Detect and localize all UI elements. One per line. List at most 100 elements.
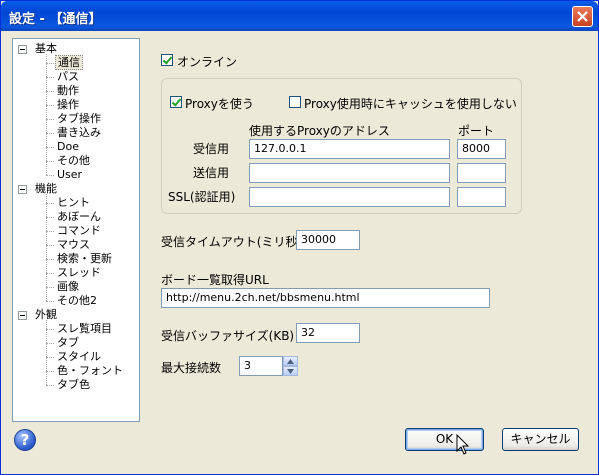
- tree-item-label: タブ操作: [57, 112, 101, 125]
- tree-connector: [46, 119, 54, 120]
- tree-item[interactable]: 操作: [55, 98, 81, 112]
- receive-proxy-address[interactable]: 127.0.0.1: [249, 139, 450, 159]
- tree-connector: [46, 320, 47, 385]
- collapse-toggle-icon[interactable]: [18, 311, 27, 320]
- title-bar[interactable]: 設定 - 【通信】: [1, 1, 598, 31]
- receive-proxy-port[interactable]: 8000: [457, 139, 506, 159]
- max-connections-input[interactable]: 3: [239, 356, 283, 376]
- tree-connector: [46, 231, 54, 232]
- buffer-input[interactable]: 32: [296, 323, 360, 343]
- settings-dialog: 設定 - 【通信】 基本 通信 パス 動作 操作 タブ操作 書き込み Doe その他 User 機能…: [0, 0, 599, 475]
- tree-connector: [46, 343, 54, 344]
- tree-item-label: スレッド: [57, 266, 101, 279]
- cancel-button[interactable]: キャンセル: [502, 428, 579, 451]
- tree-connector: [46, 203, 54, 204]
- tree-item[interactable]: マウス: [55, 238, 92, 252]
- ssl-proxy-address[interactable]: [249, 187, 450, 207]
- tree-item[interactable]: スレ覧項目: [55, 322, 114, 336]
- tree-item[interactable]: 画像: [55, 280, 81, 294]
- tree-connector: [46, 161, 54, 162]
- tree-item[interactable]: User: [55, 168, 84, 182]
- send-proxy-port[interactable]: [457, 163, 506, 183]
- tree-connector: [46, 63, 54, 64]
- tree-item-label: タブ色: [57, 378, 90, 391]
- proxy-address-header: 使用するProxyのアドレス: [249, 124, 390, 138]
- tree-item[interactable]: タブ操作: [55, 112, 103, 126]
- use-proxy-checkbox[interactable]: [170, 96, 182, 108]
- tree-item-label: 動作: [57, 84, 79, 97]
- tree-item-label: User: [57, 168, 83, 181]
- buffer-label: 受信バッファサイズ(KB): [161, 329, 295, 343]
- board-url-input[interactable]: http://menu.2ch.net/bbsmenu.html: [161, 288, 490, 308]
- proxy-port-header: ポート: [458, 124, 495, 138]
- tree-item-label: Doe: [57, 140, 79, 153]
- tree-connector: [46, 194, 47, 301]
- tree-item[interactable]: スタイル: [55, 350, 103, 364]
- tree-connector: [46, 259, 54, 260]
- tree-item-label: スタイル: [57, 350, 101, 363]
- ssl-proxy-port[interactable]: [457, 187, 506, 207]
- tree-connector: [46, 217, 54, 218]
- tree-item-label: スレ覧項目: [57, 322, 112, 335]
- mouse-cursor-icon: [456, 434, 470, 455]
- tree-connector: [46, 91, 54, 92]
- tree-connector: [46, 77, 54, 78]
- tree-connector: [46, 301, 54, 302]
- tree-item-label: 色・フォント: [57, 364, 123, 377]
- tree-item-label: その他2: [57, 294, 97, 307]
- tree-connector: [46, 175, 54, 176]
- tree-item-label: パス: [57, 70, 79, 83]
- tree-item[interactable]: あぼーん: [55, 210, 103, 224]
- max-connections-label: 最大接続数: [161, 361, 222, 375]
- tree-item[interactable]: パス: [55, 70, 81, 84]
- tree-connector: [46, 273, 54, 274]
- timeout-label: 受信タイムアウト(ミリ秒): [161, 235, 303, 249]
- tree-item[interactable]: Doe: [55, 140, 81, 154]
- tree-item-label: タブ: [57, 336, 79, 349]
- tree-item[interactable]: 書き込み: [55, 126, 103, 140]
- ssl-proxy-label: SSL(認証用): [168, 190, 236, 204]
- online-label: オンライン: [177, 55, 238, 69]
- tree-item[interactable]: 色・フォント: [55, 364, 125, 378]
- tree-item-label: コマンド: [57, 224, 101, 237]
- tree-item-label: あぼーん: [57, 210, 101, 223]
- tree-connector: [46, 105, 54, 106]
- tree-item-label: 操作: [57, 98, 79, 111]
- collapse-toggle-icon[interactable]: [18, 185, 27, 194]
- tree-item-label: 書き込み: [57, 126, 101, 139]
- tree-item[interactable]: その他: [55, 154, 92, 168]
- tree-item[interactable]: スレッド: [55, 266, 103, 280]
- tree-connector: [46, 371, 54, 372]
- tree-item[interactable]: 検索・更新: [55, 252, 114, 266]
- tree-item[interactable]: 通信: [55, 55, 83, 70]
- tree-item-label: 画像: [57, 280, 79, 293]
- help-button[interactable]: ?: [14, 429, 36, 451]
- use-proxy-label: Proxyを使う: [185, 97, 254, 111]
- tree-item[interactable]: タブ色: [55, 378, 92, 392]
- tree-connector: [46, 329, 54, 330]
- window-title: 設定 - 【通信】: [9, 12, 102, 27]
- arrow-up-icon: [287, 359, 294, 364]
- tree-item[interactable]: コマンド: [55, 224, 103, 238]
- tree-item[interactable]: タブ: [55, 336, 81, 350]
- close-button[interactable]: [572, 6, 593, 27]
- board-url-label: ボード一覧取得URL: [161, 273, 269, 287]
- send-proxy-label: 送信用: [193, 166, 230, 180]
- timeout-input[interactable]: 30000: [296, 230, 360, 250]
- tree-item-label: その他: [57, 154, 90, 167]
- ok-button[interactable]: OK: [405, 428, 484, 451]
- tree-connector: [46, 287, 54, 288]
- tree-item[interactable]: ヒント: [55, 196, 92, 210]
- spin-down-button[interactable]: [283, 366, 298, 376]
- category-tree[interactable]: 基本 通信 パス 動作 操作 タブ操作 書き込み Doe その他 User 機能 ヒント あぼーん コマン…: [12, 38, 140, 422]
- spin-up-button[interactable]: [283, 356, 298, 366]
- max-connections-spinner[interactable]: [283, 356, 298, 376]
- collapse-toggle-icon[interactable]: [18, 45, 27, 54]
- tree-item[interactable]: その他2: [55, 294, 99, 308]
- online-checkbox[interactable]: [161, 54, 173, 66]
- tree-item-label: マウス: [57, 238, 90, 251]
- tree-item-label: 検索・更新: [57, 252, 112, 265]
- tree-item[interactable]: 動作: [55, 84, 81, 98]
- no-cache-checkbox[interactable]: [289, 96, 301, 108]
- send-proxy-address[interactable]: [249, 163, 450, 183]
